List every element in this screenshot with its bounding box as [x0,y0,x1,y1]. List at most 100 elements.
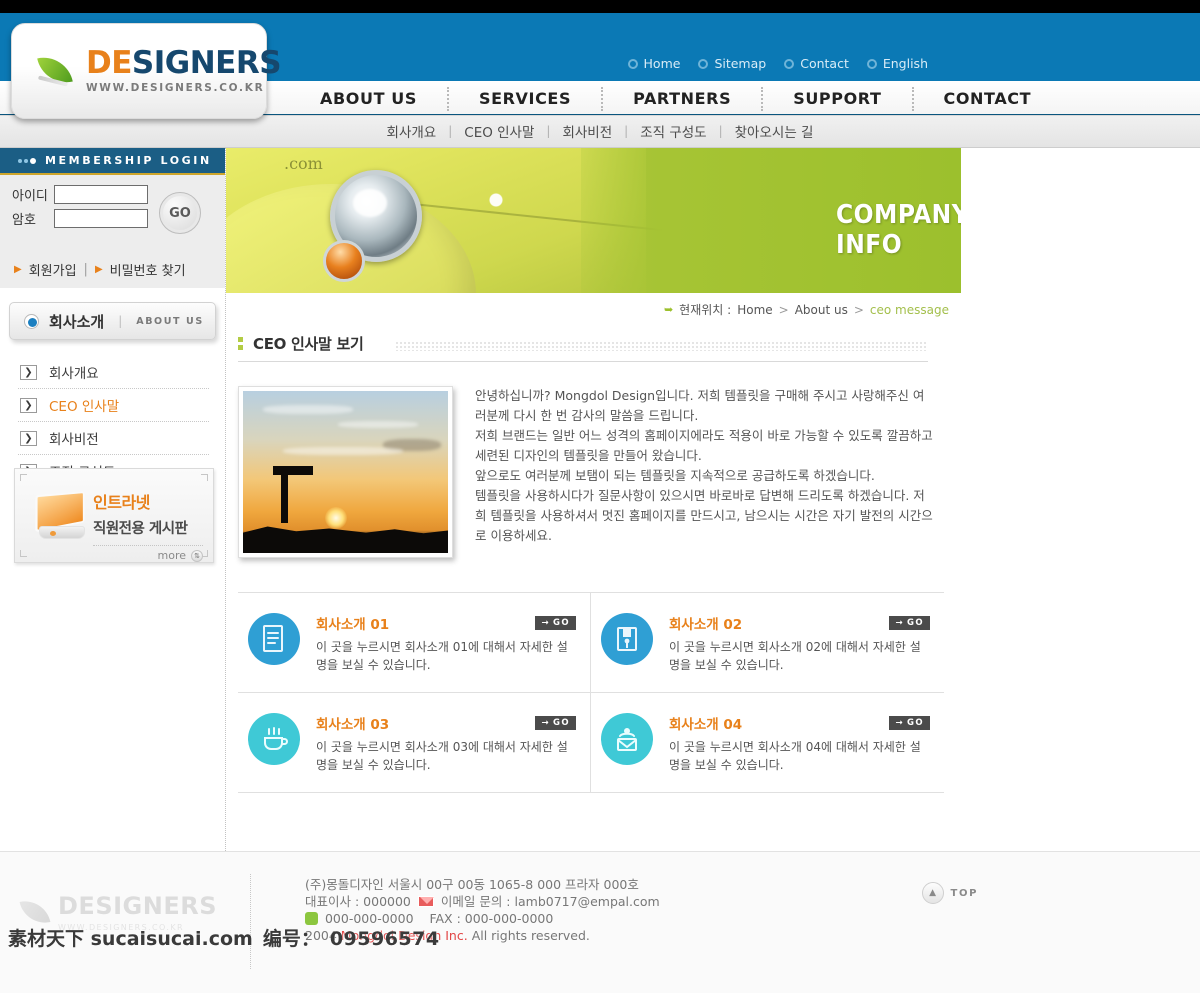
utility-link-contact[interactable]: Contact [784,56,849,71]
envelope-icon [601,713,653,765]
intranet-more-button[interactable]: more ⇅ [93,549,203,562]
side-menu-item-ceo-message[interactable]: ❯ CEO 인사말 [18,389,209,422]
login-go-button[interactable]: GO [159,192,201,234]
site-logo[interactable]: DESIGNERS WWW.DESIGNERS.CO.KR [11,23,282,119]
greeting-paragraph: 안녕하십니까? Mongdol Design입니다. 저희 템플릿을 구매해 주… [475,388,925,423]
footer-email-label: 이메일 문의 : [440,894,511,909]
info-card-go-label: GO [552,618,570,628]
brand-name-part1: DE [86,45,132,82]
banner-title: COMPANY INFO 회사소개 ABOUT US [836,200,961,260]
intranet-title: 인트라넷 [93,493,150,512]
banner-title-en: COMPANY INFO [836,200,961,260]
greeting-text: 안녕하십니까? Mongdol Design입니다. 저희 템플릿을 구매해 주… [475,386,935,558]
link-divider: | [83,262,88,277]
subnav-item-vision[interactable]: 회사비전 [550,121,624,141]
side-menu-header-kr: 회사소개 [49,312,105,331]
login-panel-header: MEMBERSHIP LOGIN [0,148,225,175]
info-card-go-label: GO [906,718,924,728]
info-card-go-button[interactable]: → GO [889,616,930,630]
greeting-paragraph: 저희 브랜드는 일반 어느 성격의 홈페이지에라도 적용이 바로 가능할 수 있… [475,428,933,463]
footer-copyright-rest: All rights reserved. [471,928,590,943]
coffee-cup-icon [248,713,300,765]
breadcrumb-arrow-icon: ➥ [663,303,674,316]
arrow-icon: ▶ [14,264,22,275]
nav-item-services[interactable]: SERVICES [449,89,601,108]
up-down-arrow-icon: ⇅ [191,549,203,562]
breadcrumb-prefix: 현재위치 : [679,303,732,317]
corner-mark [201,474,208,481]
breadcrumb-item-about-us[interactable]: About us [795,303,848,317]
side-menu-header[interactable]: 회사소개 | ABOUT US [9,302,216,340]
utility-link-home[interactable]: Home [627,56,681,71]
watermark: 素材天下 sucaisucai.com 编号： 09596574 [8,924,440,951]
bullet-ring-icon [627,58,638,69]
info-card-title: 회사소개 01 [316,617,390,633]
login-password-label: 암호 [12,213,36,228]
banner-plate-url: .com [284,154,323,173]
utility-link-english[interactable]: English [866,56,928,71]
nav-item-about-us[interactable]: ABOUT US [290,89,447,108]
brand-name-part2: SIGNERS [131,45,282,82]
page-banner: .com COMPANY INFO 회사소개 ABOUT US [226,148,961,293]
leaf-icon [19,896,51,928]
breadcrumb-separator: > [853,302,864,317]
side-menu-item-label: 회사비전 [49,432,99,448]
info-card[interactable]: 회사소개 01 → GO 이 곳을 누르시면 회사소개 01에 대해서 자세한 설… [238,593,591,693]
subnav-item-company-overview[interactable]: 회사개요 [375,121,449,141]
ceo-greeting: 안녕하십니까? Mongdol Design입니다. 저희 템플릿을 구매해 주… [238,386,1200,558]
login-id-input[interactable] [54,185,148,204]
info-card-go-button[interactable]: → GO [889,716,930,730]
info-card-description: 이 곳을 누르시면 회사소개 02에 대해서 자세한 설명을 보실 수 있습니다… [669,640,921,672]
breadcrumb-item-home[interactable]: Home [737,303,772,317]
monitor-icon [33,491,89,539]
bullet-icon [238,337,243,350]
utility-link-contact-label: Contact [800,56,849,71]
footer-email[interactable]: lamb0717@empal.com [515,894,660,909]
find-password-link[interactable]: 비밀번호 찾기 [110,260,186,279]
car-turn-signal [323,240,365,282]
footer-fax: 000-000-0000 [464,911,554,926]
intranet-more-label: more [157,549,187,562]
bullet-ring-icon [866,58,877,69]
side-menu-header-divider: | [118,314,123,328]
info-card[interactable]: 회사소개 03 → GO 이 곳을 누르시면 회사소개 03에 대해서 자세한 설… [238,693,591,793]
login-form: 아이디 암호 GO [0,175,225,258]
brand-url: WWW.DESIGNERS.CO.KR [86,82,265,95]
info-card[interactable]: 회사소개 02 → GO 이 곳을 누르시면 회사소개 02에 대해서 자세한 설… [591,593,944,693]
top-black-bar [0,0,1200,13]
chevron-right-icon: ❯ [20,364,37,380]
info-card-go-button[interactable]: → GO [535,616,576,630]
bullet-ring-icon [698,58,709,69]
subnav-item-directions[interactable]: 찾아오시는 길 [723,121,826,141]
subnav-item-ceo-message[interactable]: CEO 인사말 [452,121,546,141]
login-helper-links: ▶ 회원가입 | ▶ 비밀번호 찾기 [0,258,225,288]
login-id-label: 아이디 [12,189,48,204]
utility-link-home-label: Home [643,56,681,71]
left-sidebar: MEMBERSHIP LOGIN 아이디 암호 GO ▶ 회원가입 | ▶ 비밀… [0,148,226,851]
utility-link-english-label: English [882,56,928,71]
side-menu-item-vision[interactable]: ❯ 회사비전 [18,422,209,455]
footer-address: (주)몽돌디자인 서울시 00구 00동 1065-8 000 프라자 000호 [305,877,639,892]
side-menu-item-company-overview[interactable]: ❯ 회사개요 [18,356,209,389]
radio-icon [24,313,39,329]
info-card-go-button[interactable]: → GO [535,716,576,730]
intranet-subtitle: 직원전용 게시판 [93,521,188,537]
utility-link-sitemap[interactable]: Sitemap [698,56,766,71]
login-password-input[interactable] [54,209,148,228]
signup-link[interactable]: 회원가입 [29,260,77,279]
greeting-paragraph: 앞으로도 여러분께 보탬이 되는 템플릿을 지속적으로 공급하도록 하겠습니다. [475,468,875,483]
document-icon [248,613,300,665]
info-card[interactable]: 회사소개 04 → GO 이 곳을 누르시면 회사소개 04에 대해서 자세한 설… [591,693,944,793]
nav-item-partners[interactable]: PARTNERS [603,89,761,108]
breadcrumb-current: ceo message [869,302,949,317]
back-to-top-label: TOP [950,887,978,899]
arrow-icon: ▶ [94,264,103,275]
brand-name: DESIGNERS [86,45,282,82]
subnav-item-organization[interactable]: 조직 구성도 [628,121,718,141]
nav-item-support[interactable]: SUPPORT [763,89,911,108]
intranet-banner[interactable]: 인트라넷 직원전용 게시판 more ⇅ [14,468,214,563]
utility-link-sitemap-label: Sitemap [714,56,767,71]
back-to-top-button[interactable]: ▲ TOP [921,882,978,904]
info-card-go-label: GO [906,618,924,628]
nav-item-contact[interactable]: CONTACT [914,89,1062,108]
